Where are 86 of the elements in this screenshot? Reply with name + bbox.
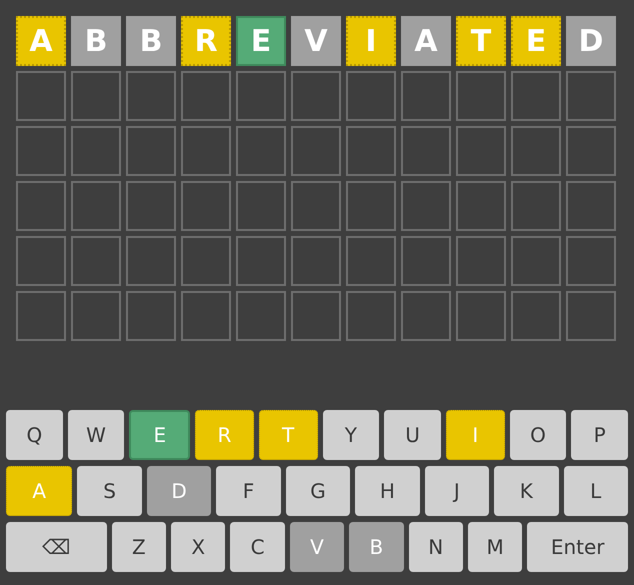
empty-tile [236, 181, 286, 231]
empty-tile [511, 71, 561, 121]
empty-tile [346, 181, 396, 231]
letter-key[interactable]: O [510, 410, 566, 460]
empty-tile [566, 126, 616, 176]
letter-key[interactable]: Q [6, 410, 63, 460]
empty-tile [126, 126, 176, 176]
enter-key[interactable]: Enter [527, 522, 628, 572]
letter-tile: V [291, 16, 341, 66]
empty-tile [126, 181, 176, 231]
empty-tile [71, 236, 121, 286]
letter-key[interactable]: U [384, 410, 441, 460]
empty-tile [346, 291, 396, 341]
letter-key[interactable]: H [355, 466, 420, 516]
empty-tile [181, 71, 231, 121]
letter-key[interactable]: W [68, 410, 124, 460]
empty-tile [456, 236, 506, 286]
empty-tile [456, 291, 506, 341]
empty-tile [401, 181, 451, 231]
letter-tile: E [511, 16, 561, 66]
backspace-key[interactable]: ⌫ [6, 522, 107, 572]
empty-tile [401, 126, 451, 176]
letter-tile: A [401, 16, 451, 66]
empty-tile [456, 126, 506, 176]
letter-tile: D [566, 16, 616, 66]
empty-tile [456, 71, 506, 121]
letter-key[interactable]: C [230, 522, 285, 572]
letter-key[interactable]: Y [322, 410, 380, 460]
letter-key[interactable]: S [77, 466, 142, 516]
empty-tile [566, 236, 616, 286]
letter-key[interactable]: P [571, 410, 628, 460]
letter-tile: I [346, 16, 396, 66]
empty-tile [511, 181, 561, 231]
empty-tile [511, 291, 561, 341]
empty-tile [71, 126, 121, 176]
empty-tile [346, 71, 396, 121]
empty-tile [236, 71, 286, 121]
empty-tile [401, 236, 451, 286]
empty-tile [291, 181, 341, 231]
empty-tile [511, 236, 561, 286]
empty-tile [566, 71, 616, 121]
empty-tile [126, 236, 176, 286]
empty-tile [236, 236, 286, 286]
empty-tile [126, 71, 176, 121]
letter-key[interactable]: Z [112, 522, 166, 572]
empty-tile [71, 291, 121, 341]
empty-tile [291, 291, 341, 341]
empty-tile [291, 71, 341, 121]
empty-tile [346, 126, 396, 176]
letter-key[interactable]: F [216, 466, 281, 516]
empty-tile [181, 181, 231, 231]
letter-key[interactable]: K [494, 466, 558, 516]
letter-tile: R [181, 16, 231, 66]
empty-tile [16, 236, 66, 286]
empty-tile [16, 126, 66, 176]
empty-tile [401, 291, 451, 341]
letter-tile: E [236, 16, 286, 66]
empty-tile [16, 71, 66, 121]
empty-tile [456, 181, 506, 231]
empty-tile [236, 126, 286, 176]
letter-key[interactable]: X [171, 522, 226, 572]
empty-tile [236, 291, 286, 341]
empty-tile [401, 71, 451, 121]
letter-key[interactable]: J [424, 466, 490, 516]
letter-tile: T [456, 16, 506, 66]
letter-tile: B [126, 16, 176, 66]
letter-key[interactable]: M [468, 522, 522, 572]
letter-key[interactable]: L [564, 466, 628, 516]
empty-tile [346, 236, 396, 286]
empty-tile [181, 126, 231, 176]
letter-tile: A [16, 16, 66, 66]
empty-tile [71, 181, 121, 231]
empty-tile [566, 291, 616, 341]
empty-tile [291, 236, 341, 286]
empty-tile [181, 236, 231, 286]
empty-tile [126, 291, 176, 341]
letter-key[interactable]: N [408, 522, 463, 572]
letter-tile: B [71, 16, 121, 66]
empty-tile [511, 126, 561, 176]
empty-tile [291, 126, 341, 176]
empty-tile [71, 71, 121, 121]
letter-key[interactable]: G [286, 466, 350, 516]
empty-tile [16, 181, 66, 231]
empty-tile [566, 181, 616, 231]
empty-tile [16, 291, 66, 341]
empty-tile [181, 291, 231, 341]
